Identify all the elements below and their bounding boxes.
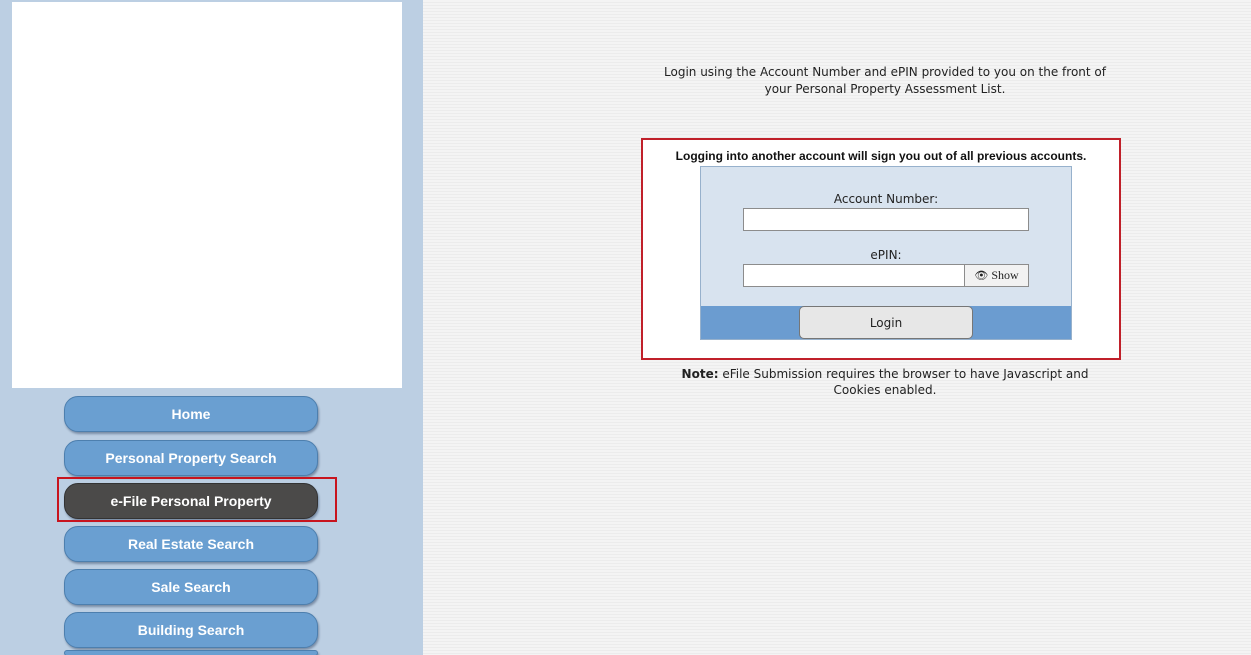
- signout-warning: Logging into another account will sign y…: [675, 149, 1087, 163]
- eye-icon: 👁: [974, 270, 989, 282]
- epin-label: ePIN:: [870, 248, 902, 262]
- intro-line-1: Login using the Account Number and ePIN …: [664, 65, 1106, 79]
- sidebar-item-real-estate-search[interactable]: Real Estate Search: [64, 526, 318, 562]
- sidebar-item-label: Building Search: [137, 622, 245, 638]
- epin-input[interactable]: [743, 264, 965, 287]
- note-prefix: Note:: [681, 367, 719, 381]
- login-frame: Logging into another account will sign y…: [641, 138, 1121, 360]
- login-instructions: Login using the Account Number and ePIN …: [600, 64, 1170, 98]
- sidebar-item-partial[interactable]: [64, 650, 318, 655]
- account-number-input[interactable]: [743, 208, 1029, 231]
- note-line-2: Cookies enabled.: [833, 383, 937, 397]
- show-epin-button[interactable]: 👁 Show: [964, 264, 1029, 287]
- login-button[interactable]: Login: [799, 306, 973, 339]
- sidebar-item-label: Sale Search: [151, 579, 231, 595]
- sidebar-item-label: Personal Property Search: [105, 450, 277, 466]
- browser-requirements-note: Note: eFile Submission requires the brow…: [640, 366, 1130, 398]
- sidebar-nav: Home Personal Property Search e-File Per…: [0, 0, 423, 655]
- sidebar-item-sale-search[interactable]: Sale Search: [64, 569, 318, 605]
- account-number-label: Account Number:: [833, 192, 939, 206]
- show-label: Show: [991, 268, 1019, 282]
- login-label: Login: [869, 315, 903, 330]
- active-item-highlight: [57, 477, 337, 522]
- sidebar-item-building-search[interactable]: Building Search: [64, 612, 318, 648]
- intro-line-2: your Personal Property Assessment List.: [764, 82, 1006, 96]
- sidebar-item-home[interactable]: Home: [64, 396, 318, 432]
- login-button-bar: Login: [701, 306, 1071, 339]
- login-form: Account Number: ePIN: 👁 Show Login: [700, 166, 1072, 340]
- sidebar-item-label: Home: [171, 406, 211, 422]
- sidebar-item-personal-property-search[interactable]: Personal Property Search: [64, 440, 318, 476]
- note-line-1: eFile Submission requires the browser to…: [722, 367, 1089, 381]
- sidebar-item-label: Real Estate Search: [127, 536, 255, 552]
